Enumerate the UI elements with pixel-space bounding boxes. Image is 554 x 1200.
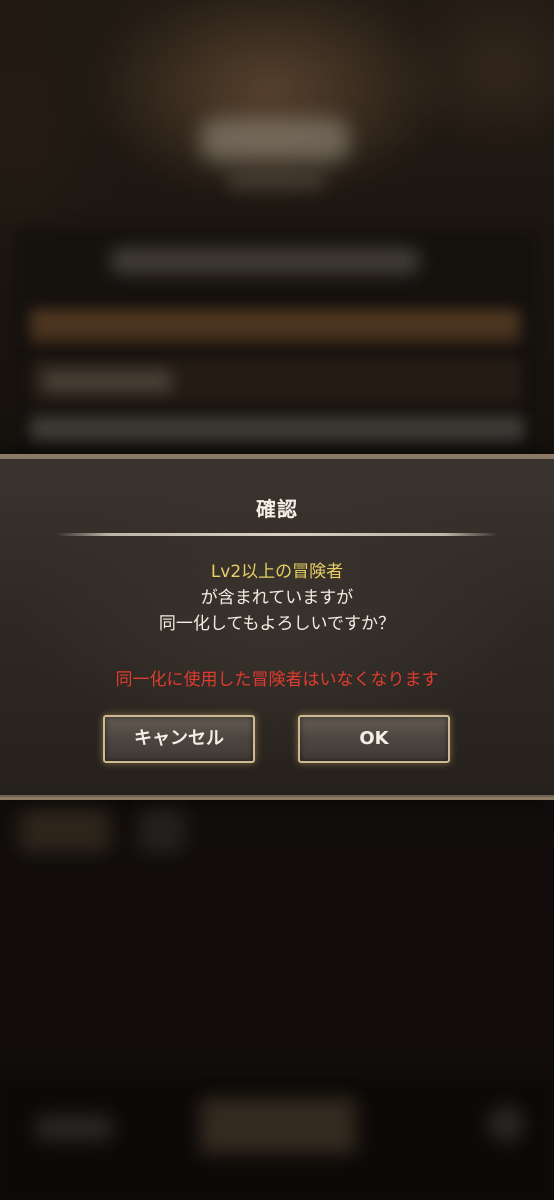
warning-message: 同一化に使用した冒険者はいなくなります [115,670,439,690]
cancel-button[interactable]: キャンセル [103,715,255,763]
confirm-dialog: 確認 Lv2以上の冒険者 が含まれていますが 同一化してもよろしいですか？ 同一… [0,454,554,800]
message-line-2: が含まれていますが [200,588,354,608]
dialog-title: 確認 [256,497,298,521]
message-line-3: 同一化してもよろしいですか？ [158,614,396,634]
ok-button[interactable]: OK [298,715,450,763]
title-divider [56,533,498,536]
message-highlight-line: Lv2以上の冒険者 [210,562,344,582]
